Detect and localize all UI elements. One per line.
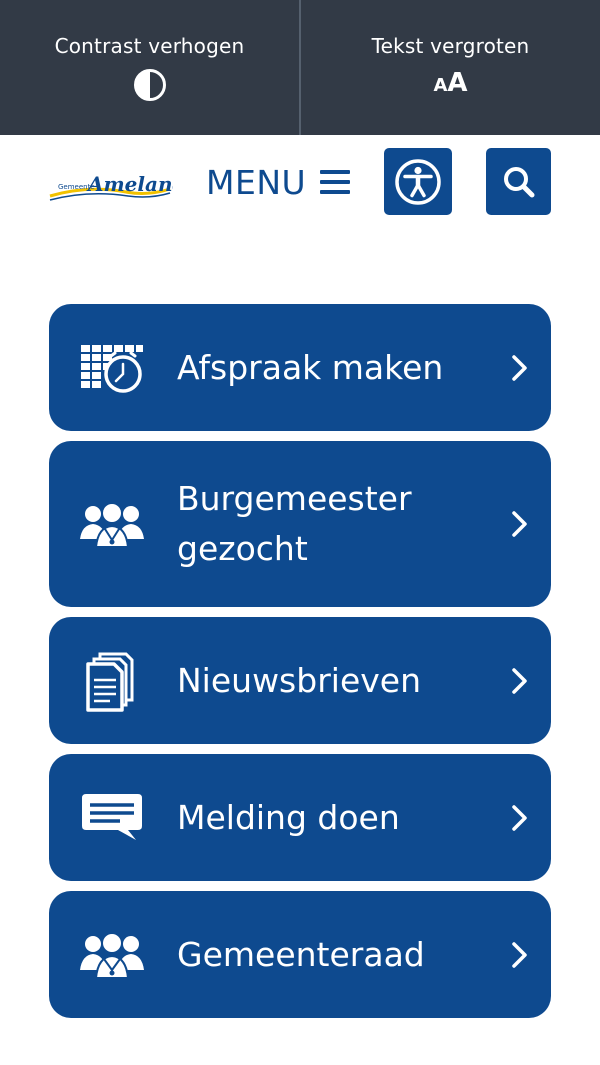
search-icon xyxy=(503,166,534,197)
site-header: Gemeente Ameland MENU xyxy=(0,135,600,230)
quick-link-nieuwsbrieven[interactable]: Nieuwsbrieven xyxy=(49,617,551,744)
chevron-right-icon xyxy=(512,804,527,831)
accessibility-button[interactable] xyxy=(384,148,452,215)
search-button[interactable] xyxy=(486,148,551,215)
quick-link-label: Nieuwsbrieven xyxy=(177,660,421,700)
text-size-icon: AA xyxy=(433,68,468,98)
quick-links: Afspraak maken Burgemeester gezocht Nieu… xyxy=(49,304,551,1028)
people-icon xyxy=(79,496,145,552)
chevron-right-icon xyxy=(512,511,527,537)
chevron-right-icon xyxy=(512,354,527,381)
quick-link-label: Burgemeester gezocht xyxy=(177,479,412,568)
documents-icon xyxy=(79,652,145,712)
calendar-clock-icon xyxy=(79,340,145,396)
contrast-icon xyxy=(133,68,166,102)
quick-link-label: Gemeenteraad xyxy=(177,934,425,974)
accessibility-bar: Contrast verhogen Tekst vergroten AA xyxy=(0,0,600,135)
quick-link-melding-doen[interactable]: Melding doen xyxy=(49,754,551,881)
hamburger-icon xyxy=(320,170,351,194)
chat-bubble-icon xyxy=(79,790,145,846)
menu-label: MENU xyxy=(206,162,307,202)
quick-link-label: Afspraak maken xyxy=(177,347,444,387)
contrast-label: Contrast verhogen xyxy=(54,34,245,58)
menu-button[interactable]: MENU xyxy=(206,159,351,205)
quick-link-label: Melding doen xyxy=(177,797,400,837)
accessibility-icon xyxy=(395,158,441,205)
quick-link-burgemeester-gezocht[interactable]: Burgemeester gezocht xyxy=(49,441,551,607)
quick-link-afspraak-maken[interactable]: Afspraak maken xyxy=(49,304,551,431)
chevron-right-icon xyxy=(512,667,527,694)
svg-text:Ameland: Ameland xyxy=(86,172,173,196)
gemeente-ameland-logo[interactable]: Gemeente Ameland xyxy=(48,165,173,205)
chevron-right-icon xyxy=(512,941,527,968)
text-size-button[interactable]: Tekst vergroten AA xyxy=(299,0,600,135)
text-size-label: Tekst vergroten xyxy=(371,34,530,58)
quick-link-gemeenteraad[interactable]: Gemeenteraad xyxy=(49,891,551,1018)
council-icon xyxy=(79,927,145,983)
contrast-button[interactable]: Contrast verhogen xyxy=(0,0,299,135)
